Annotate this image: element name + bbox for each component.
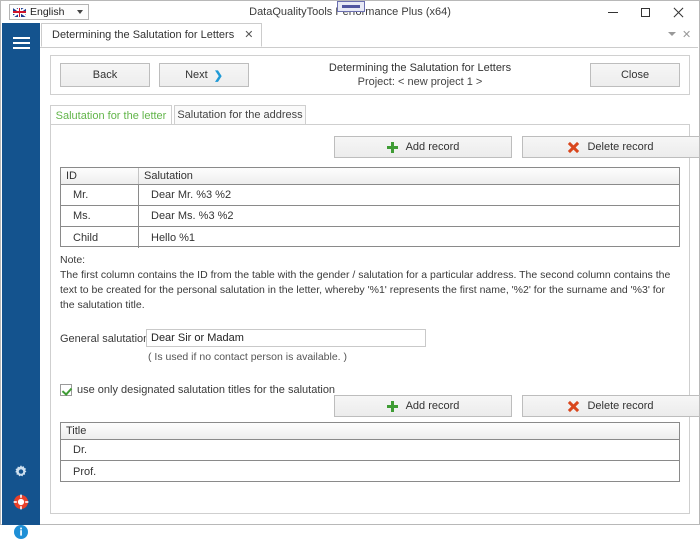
window-maximize-button[interactable] [629,1,662,23]
next-button-label: Next [185,69,208,81]
tab-label: Salutation for the letter [56,110,167,122]
close-button[interactable]: Close [590,63,680,87]
info-icon[interactable] [13,524,29,540]
column-header-title[interactable]: Title [61,423,679,439]
cell-salutation[interactable]: Dear Ms. %3 %2 [139,206,679,226]
salutation-table[interactable]: ID Salutation Mr. Dear Mr. %3 %2 Ms. Dea… [60,167,680,247]
general-salutation-label: General salutation: [60,333,152,345]
delete-record-label: Delete record [587,400,653,412]
table-header-row: Title [61,423,679,440]
table-row[interactable]: Mr. Dear Mr. %3 %2 [61,185,679,206]
language-label: English [30,6,77,18]
page-title-main: Determining the Salutation for Letters [261,61,579,75]
plus-icon [387,401,398,412]
window-close-button[interactable] [662,1,695,23]
window-grip-handle[interactable] [337,1,365,12]
back-button[interactable]: Back [60,63,150,87]
column-header-id[interactable]: ID [61,168,139,184]
title-bar: English DataQualityTools Performance Plu… [1,1,699,23]
cell-salutation[interactable]: Hello %1 [139,227,679,248]
table-row[interactable]: Child Hello %1 [61,227,679,248]
uk-flag-icon [13,8,26,17]
add-record-button-title[interactable]: Add record [334,395,512,417]
chevron-down-icon [77,10,83,14]
general-salutation-input[interactable]: Dear Sir or Madam [146,329,426,347]
title-table[interactable]: Title Dr. Prof. [60,422,680,482]
plus-icon [387,142,398,153]
cell-title[interactable]: Dr. [61,440,679,460]
cell-id[interactable]: Mr. [61,185,139,205]
close-button-label: Close [621,69,649,81]
close-icon[interactable]: ✕ [244,31,253,40]
general-salutation-value: Dear Sir or Madam [151,332,244,344]
chevron-right-icon: ❯ [214,69,223,82]
tab-label: Salutation for the address [177,109,302,121]
checkbox-label: use only designated salutation titles fo… [77,384,335,396]
left-sidebar [2,23,40,525]
cell-salutation[interactable]: Dear Mr. %3 %2 [139,185,679,205]
cell-id[interactable]: Child [61,227,139,248]
delete-record-button-title[interactable]: Delete record [522,395,700,417]
tab-salutation-for-the-address[interactable]: Salutation for the address [174,105,306,125]
salutation-panel: Add record Delete record ID Salutation M… [50,124,690,514]
next-button[interactable]: Next ❯ [159,63,249,87]
cell-id[interactable]: Ms. [61,206,139,226]
page-title: Determining the Salutation for Letters P… [261,61,579,89]
use-designated-titles-checkbox-row[interactable]: use only designated salutation titles fo… [60,384,335,396]
table-row[interactable]: Dr. [61,440,679,461]
document-tab-label: Determining the Salutation for Letters [52,29,234,41]
maximize-icon [641,8,650,17]
table-row[interactable]: Prof. [61,461,679,482]
add-record-label: Add record [406,141,460,153]
add-record-button-salutation[interactable]: Add record [334,136,512,158]
note-body: The first column contains the ID from th… [60,268,680,313]
document-tab[interactable]: Determining the Salutation for Letters ✕ [41,23,262,47]
note-block: Note: The first column contains the ID f… [60,253,680,313]
back-button-label: Back [93,69,117,81]
general-salutation-hint: ( Is used if no contact person is availa… [148,351,347,363]
delete-record-button-salutation[interactable]: Delete record [522,136,700,158]
wizard-navigation-bar: Back Next ❯ Determining the Salutation f… [50,55,690,95]
checkbox-checked-icon[interactable] [60,384,72,396]
lifebuoy-icon[interactable] [13,494,29,510]
cell-title[interactable]: Prof. [61,461,679,482]
section-tabs: Salutation for the letter Salutation for… [50,105,690,125]
content-area: Determining the Salutation for Letters ✕… [40,23,698,523]
gear-icon[interactable] [13,464,29,480]
close-icon [673,7,684,18]
hamburger-menu-icon[interactable] [2,27,40,59]
column-header-salutation[interactable]: Salutation [139,168,679,184]
x-icon [568,142,579,153]
window-minimize-button[interactable] [596,1,629,23]
add-record-label: Add record [406,400,460,412]
tab-salutation-for-the-letter[interactable]: Salutation for the letter [50,105,172,125]
language-selector[interactable]: English [9,4,89,20]
note-title: Note: [60,253,680,268]
table-header-row: ID Salutation [61,168,679,185]
delete-record-label: Delete record [587,141,653,153]
page-title-project: Project: < new project 1 > [261,75,579,89]
x-icon [568,401,579,412]
table-row[interactable]: Ms. Dear Ms. %3 %2 [61,206,679,227]
minimize-icon [608,12,618,13]
close-all-tabs-icon[interactable]: ✕ [682,30,692,40]
application-window: English DataQualityTools Performance Plu… [0,0,700,525]
chevron-down-icon[interactable] [668,32,676,36]
document-tab-strip: Determining the Salutation for Letters ✕… [40,23,698,48]
